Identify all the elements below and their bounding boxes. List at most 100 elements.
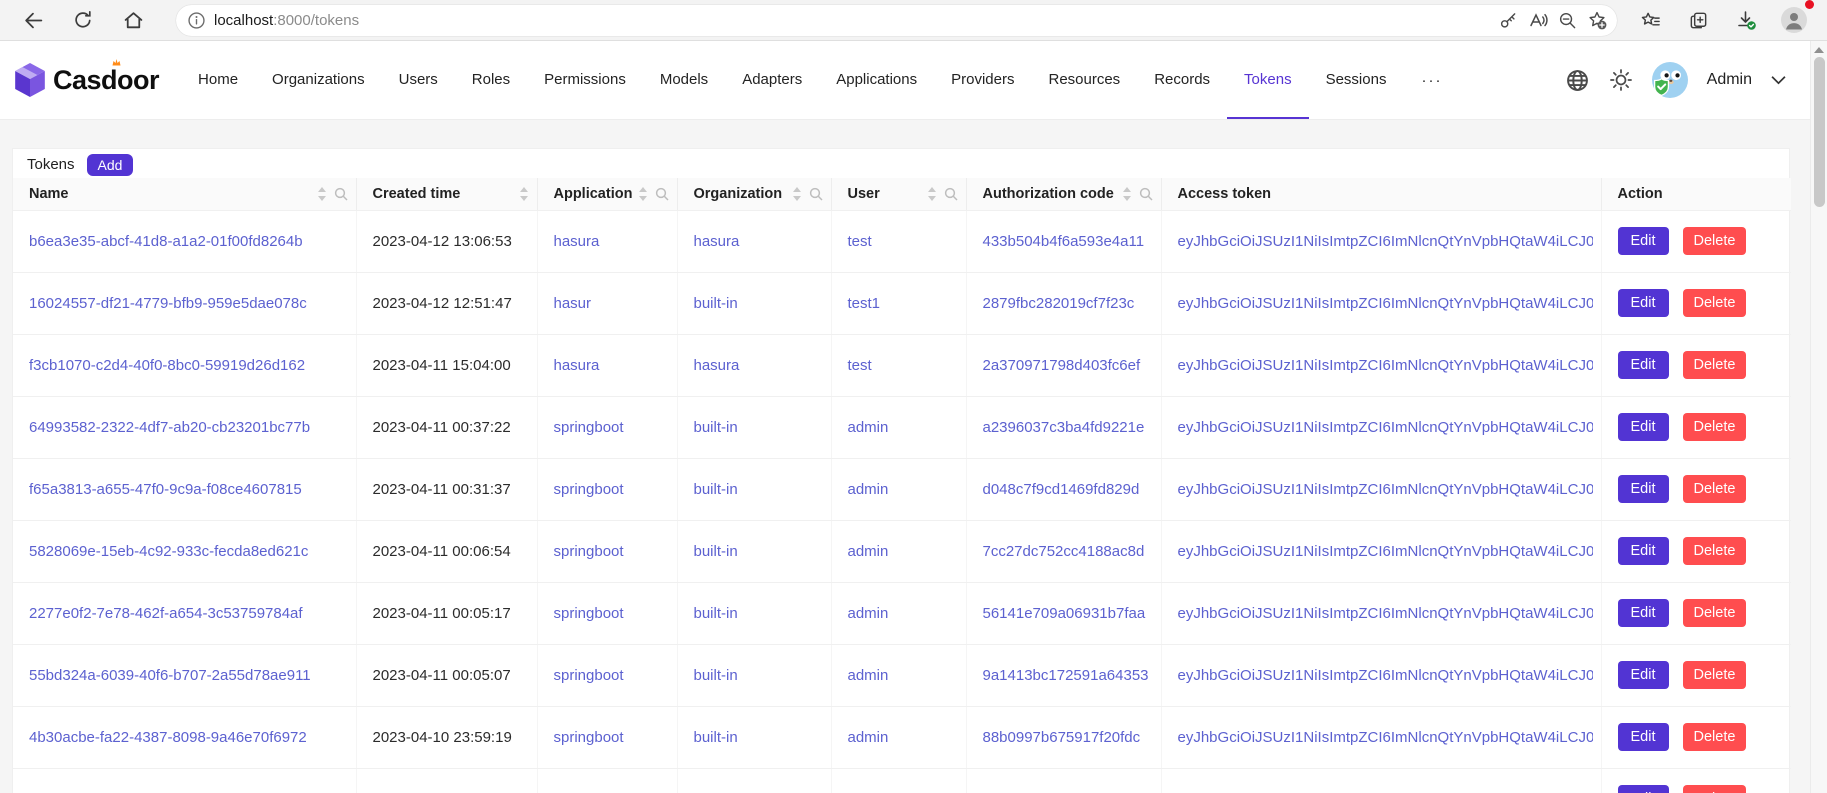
- authorization-code-link[interactable]: 88b0997b675917f20fdc: [983, 729, 1141, 746]
- search-icon[interactable]: [334, 187, 348, 201]
- delete-button[interactable]: Delete: [1683, 413, 1747, 441]
- nav-item-organizations[interactable]: Organizations: [255, 41, 382, 119]
- user-link[interactable]: admin: [848, 667, 889, 684]
- edit-button[interactable]: Edit: [1618, 289, 1669, 317]
- column-header-organization[interactable]: Organization: [677, 178, 831, 210]
- user-menu[interactable]: Admin: [1707, 71, 1752, 89]
- user-link[interactable]: admin: [848, 729, 889, 746]
- theme-toggle-button[interactable]: [1609, 68, 1633, 92]
- authorization-code-link[interactable]: 56141e709a06931b7faa: [983, 605, 1146, 622]
- nav-item-permissions[interactable]: Permissions: [527, 41, 643, 119]
- access-token-link[interactable]: eyJhbGciOiJSUzI1NiIsImtpZCI6ImNlcnQtYnVp…: [1178, 357, 1593, 374]
- authorization-code-link[interactable]: 2879fbc282019cf7f23c: [983, 295, 1135, 312]
- application-link[interactable]: springboot: [554, 543, 624, 560]
- browser-profile-button[interactable]: [1777, 3, 1811, 37]
- back-button[interactable]: [16, 3, 50, 37]
- password-key-button[interactable]: [1499, 11, 1518, 30]
- sort-icon[interactable]: [519, 187, 529, 201]
- delete-button[interactable]: Delete: [1683, 227, 1747, 255]
- delete-button[interactable]: Delete: [1683, 661, 1747, 689]
- name-link[interactable]: f3cb1070-c2d4-40f0-8bc0-59919d26d162: [29, 357, 305, 374]
- access-token-link[interactable]: eyJhbGciOiJSUzI1NiIsImtpZCI6ImNlcnQtYnVp…: [1178, 295, 1593, 312]
- search-icon[interactable]: [1139, 187, 1153, 201]
- sort-icon[interactable]: [317, 187, 327, 201]
- nav-item-resources[interactable]: Resources: [1031, 41, 1137, 119]
- user-link[interactable]: admin: [848, 481, 889, 498]
- nav-item-providers[interactable]: Providers: [934, 41, 1031, 119]
- favorites-button[interactable]: [1633, 3, 1667, 37]
- application-link[interactable]: hasura: [554, 357, 600, 374]
- user-link[interactable]: admin: [848, 543, 889, 560]
- nav-item-users[interactable]: Users: [382, 41, 455, 119]
- delete-button[interactable]: Delete: [1683, 351, 1747, 379]
- delete-button[interactable]: Delete: [1683, 599, 1747, 627]
- user-link[interactable]: test1: [848, 295, 881, 312]
- language-button[interactable]: [1565, 68, 1590, 93]
- home-button[interactable]: [116, 3, 150, 37]
- authorization-code-link[interactable]: 7cc27dc752cc4188ac8d: [983, 543, 1145, 560]
- name-link[interactable]: b6ea3e35-abcf-41d8-a1a2-01f00fd8264b: [29, 233, 303, 250]
- name-link[interactable]: 16024557-df21-4779-bfb9-959e5dae078c: [29, 295, 307, 312]
- column-header-user[interactable]: User: [831, 178, 966, 210]
- organization-link[interactable]: hasura: [694, 233, 740, 250]
- column-header-application[interactable]: Application: [537, 178, 677, 210]
- delete-button[interactable]: Delete: [1683, 723, 1747, 751]
- application-link[interactable]: hasur: [554, 295, 592, 312]
- nav-item-applications[interactable]: Applications: [819, 41, 934, 119]
- user-menu-caret[interactable]: [1771, 75, 1786, 85]
- delete-button[interactable]: Delete: [1683, 475, 1747, 503]
- application-link[interactable]: springboot: [554, 729, 624, 746]
- application-link[interactable]: springboot: [554, 419, 624, 436]
- organization-link[interactable]: built-in: [694, 543, 738, 560]
- name-link[interactable]: 5828069e-15eb-4c92-933c-fecda8ed621c: [29, 543, 308, 560]
- organization-link[interactable]: built-in: [694, 667, 738, 684]
- address-bar[interactable]: localhost:8000/tokens: [176, 5, 1617, 36]
- edit-button[interactable]: Edit: [1618, 537, 1669, 565]
- sort-icon[interactable]: [638, 187, 648, 201]
- name-link[interactable]: 2277e0f2-7e78-462f-a654-3c53759784af: [29, 605, 303, 622]
- sort-icon[interactable]: [792, 187, 802, 201]
- nav-more-button[interactable]: ···: [1403, 41, 1460, 119]
- add-button[interactable]: Add: [87, 154, 134, 176]
- organization-link[interactable]: built-in: [694, 729, 738, 746]
- authorization-code-link[interactable]: 2a370971798d403fc6ef: [983, 357, 1141, 374]
- application-link[interactable]: hasura: [554, 233, 600, 250]
- edit-button[interactable]: Edit: [1618, 475, 1669, 503]
- search-icon[interactable]: [655, 187, 669, 201]
- application-link[interactable]: springboot: [554, 605, 624, 622]
- downloads-button[interactable]: [1729, 3, 1763, 37]
- edit-button[interactable]: Edit: [1618, 599, 1669, 627]
- user-link[interactable]: admin: [848, 605, 889, 622]
- organization-link[interactable]: built-in: [694, 295, 738, 312]
- authorization-code-link[interactable]: 433b504b4f6a593e4a11: [983, 233, 1145, 250]
- organization-link[interactable]: built-in: [694, 419, 738, 436]
- nav-item-records[interactable]: Records: [1137, 41, 1227, 119]
- sort-icon[interactable]: [927, 187, 937, 201]
- authorization-code-link[interactable]: a2396037c3ba4fd9221e: [983, 419, 1145, 436]
- authorization-code-link[interactable]: d048c7f9cd1469fd829d: [983, 481, 1140, 498]
- edit-button[interactable]: Edit: [1618, 413, 1669, 441]
- add-favorite-button[interactable]: [1587, 10, 1607, 30]
- nav-item-models[interactable]: Models: [643, 41, 725, 119]
- refresh-button[interactable]: [66, 3, 100, 37]
- authorization-code-link[interactable]: 9a1413bc172591a64353: [983, 667, 1149, 684]
- scrollbar-thumb[interactable]: [1814, 57, 1825, 207]
- delete-button[interactable]: Delete: [1683, 289, 1747, 317]
- user-link[interactable]: admin: [848, 419, 889, 436]
- delete-button[interactable]: Delete: [1683, 537, 1747, 565]
- organization-link[interactable]: hasura: [694, 357, 740, 374]
- info-icon[interactable]: [188, 12, 205, 29]
- access-token-link[interactable]: eyJhbGciOiJSUzI1NiIsImtpZCI6ImNlcnQtYnVp…: [1178, 481, 1593, 498]
- column-header-created-time[interactable]: Created time: [356, 178, 537, 210]
- access-token-link[interactable]: eyJhbGciOiJSUzI1NiIsImtpZCI6ImNlcnQtYnVp…: [1178, 233, 1593, 250]
- collections-button[interactable]: [1681, 3, 1715, 37]
- access-token-link[interactable]: eyJhbGciOiJSUzI1NiIsImtpZCI6ImNlcnQtYnVp…: [1178, 543, 1593, 560]
- user-link[interactable]: test: [848, 233, 872, 250]
- access-token-link[interactable]: eyJhbGciOiJSUzI1NiIsImtpZCI6ImNlcnQtYnVp…: [1178, 667, 1593, 684]
- read-aloud-button[interactable]: [1528, 10, 1548, 30]
- nav-item-sessions[interactable]: Sessions: [1309, 41, 1404, 119]
- edit-button[interactable]: Edit: [1618, 785, 1669, 793]
- edit-button[interactable]: Edit: [1618, 227, 1669, 255]
- application-link[interactable]: springboot: [554, 481, 624, 498]
- column-header-name[interactable]: Name: [13, 178, 356, 210]
